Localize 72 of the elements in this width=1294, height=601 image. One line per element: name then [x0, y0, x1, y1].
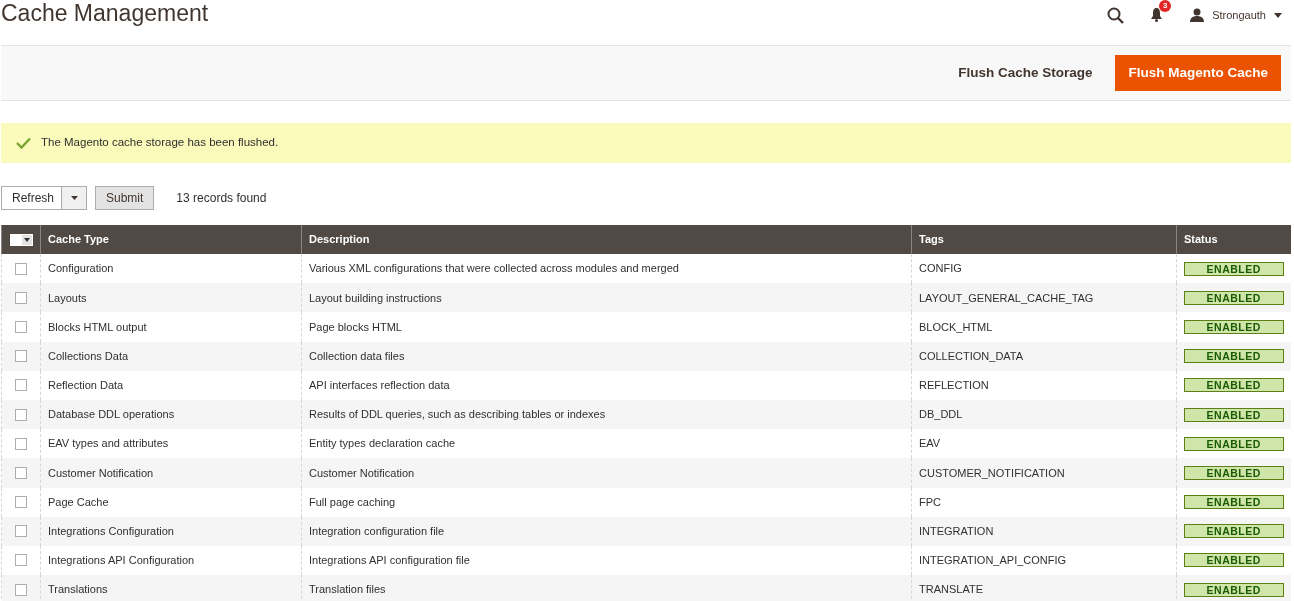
user-name[interactable]: Strongauth: [1212, 6, 1266, 24]
status-badge: ENABLED: [1184, 290, 1284, 305]
table-cell: BLOCK_HTML: [911, 312, 1177, 342]
status-badge: ENABLED: [1184, 524, 1284, 539]
table-cell: LAYOUT_GENERAL_CACHE_TAG: [911, 283, 1177, 313]
row-checkbox[interactable]: [15, 379, 27, 392]
caret-icon[interactable]: [70, 196, 78, 200]
table-cell: Full page caching: [301, 487, 912, 517]
column-header[interactable]: Description: [301, 225, 912, 254]
flush-storage-button[interactable]: Flush Cache Storage: [947, 54, 1104, 92]
table-cell: Blocks HTML output: [40, 312, 302, 342]
status-badge: ENABLED: [1184, 553, 1284, 568]
row-checkbox[interactable]: [15, 320, 27, 333]
column-header[interactable]: Tags: [911, 225, 1177, 254]
table-cell: Integration configuration file: [301, 516, 912, 546]
table-cell: Results of DDL queries, such as describing tables or indexes: [301, 399, 912, 430]
row-checkbox[interactable]: [15, 525, 27, 538]
notification-count: 3: [1159, 0, 1172, 12]
status-badge: ENABLED: [1184, 495, 1284, 510]
page-title: Cache Management: [1, 0, 209, 26]
status-badge: ENABLED: [1184, 378, 1284, 393]
table-cell: DB_DDL: [911, 399, 1177, 430]
status-badge: ENABLED: [1184, 465, 1284, 480]
user-icon: [1190, 8, 1205, 22]
status-badge: ENABLED: [1184, 582, 1284, 597]
bell-icon[interactable]: [1150, 7, 1164, 22]
row-checkbox[interactable]: [15, 437, 27, 450]
table-cell: Translation files: [301, 575, 912, 601]
status-badge: ENABLED: [1184, 349, 1284, 364]
row-checkbox[interactable]: [15, 291, 27, 304]
row-checkbox[interactable]: [15, 583, 27, 596]
status-badge: ENABLED: [1184, 319, 1284, 334]
row-checkbox[interactable]: [15, 350, 27, 363]
search-icon[interactable]: [1107, 6, 1125, 24]
mass-select-checkbox[interactable]: [9, 233, 33, 246]
table-cell: Integrations Configuration: [40, 516, 302, 546]
success-message: The Magento cache storage has been flushed.: [41, 135, 279, 151]
table-cell: INTEGRATION: [911, 516, 1177, 546]
table-cell: Page Cache: [40, 487, 302, 517]
table-cell: Layout building instructions: [301, 283, 912, 313]
table-cell: CUSTOMER_NOTIFICATION: [911, 458, 1177, 488]
row-checkbox[interactable]: [15, 408, 27, 421]
row-checkbox[interactable]: [15, 496, 27, 509]
column-header[interactable]: Cache Type: [40, 225, 302, 254]
status-badge: ENABLED: [1184, 261, 1284, 276]
table-cell: REFLECTION: [911, 370, 1177, 400]
table-cell: TRANSLATE: [911, 575, 1177, 601]
row-checkbox[interactable]: [15, 554, 27, 567]
caret-icon[interactable]: [1274, 12, 1282, 18]
table-cell: Translations: [40, 575, 302, 601]
table-cell: Reflection Data: [40, 370, 302, 400]
records-count: 13 records found: [176, 190, 267, 207]
row-checkbox[interactable]: [15, 262, 27, 275]
row-checkbox[interactable]: [15, 466, 27, 479]
table-cell: FPC: [911, 487, 1177, 517]
table-cell: Page blocks HTML: [301, 312, 912, 342]
status-badge: ENABLED: [1184, 436, 1284, 451]
flush-cache-button[interactable]: Flush Magento Cache: [1115, 54, 1281, 92]
table-cell: Layouts: [40, 283, 302, 313]
checkmark-icon: [16, 137, 31, 149]
column-header[interactable]: Status: [1176, 225, 1291, 254]
table-cell: Database DDL operations: [40, 399, 302, 430]
table-cell: Customer Notification: [301, 458, 912, 488]
table-cell: Customer Notification: [40, 458, 302, 488]
submit-button[interactable]: Submit: [95, 186, 155, 210]
table-cell: COLLECTION_DATA: [911, 341, 1177, 371]
status-badge: ENABLED: [1184, 407, 1284, 422]
mass-action-select[interactable]: Refresh: [1, 186, 87, 210]
table-cell: Collection data files: [301, 341, 912, 371]
table-cell: API interfaces reflection data: [301, 370, 912, 400]
table-cell: Collections Data: [40, 341, 302, 371]
caret-icon[interactable]: [23, 237, 30, 242]
